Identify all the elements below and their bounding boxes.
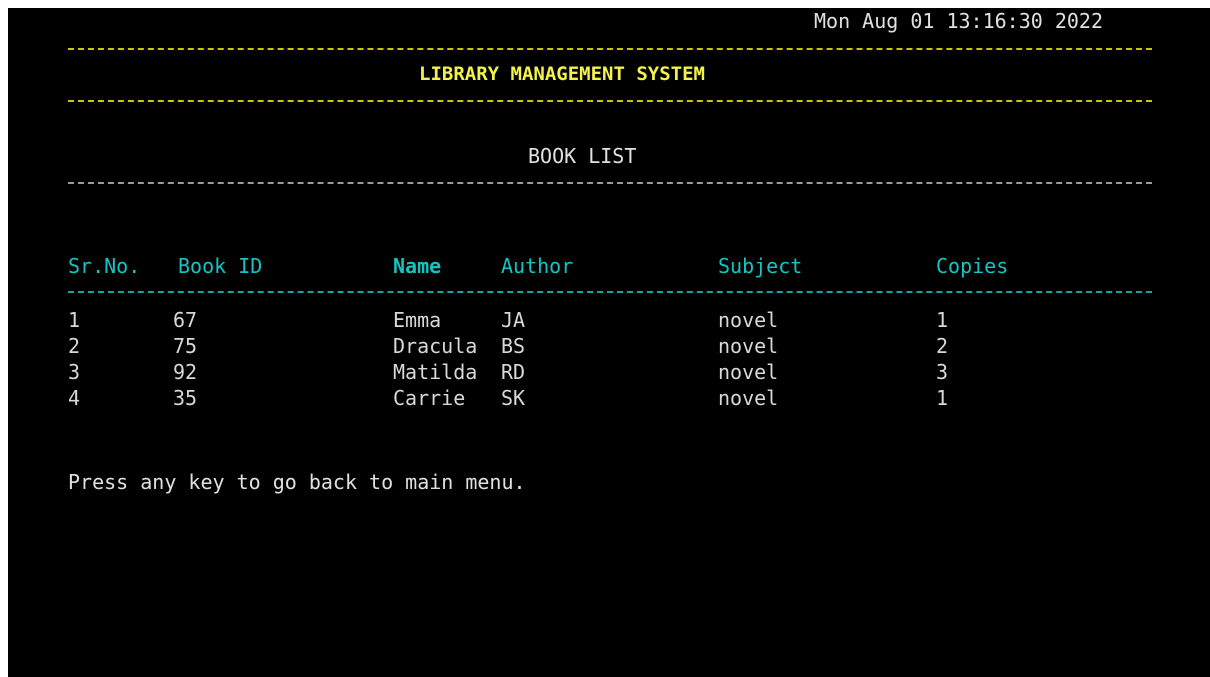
cell-book-id: 67 [173, 308, 198, 332]
cell-book-id: 92 [173, 360, 198, 384]
cell-subject: novel [718, 386, 779, 410]
cell-subject: novel [718, 360, 779, 384]
header-name: Name [393, 254, 442, 278]
header-subject: Subject [718, 254, 803, 278]
console-screen[interactable]: Mon Aug 01 13:16:30 2022 LIBRARY MANAGEM… [8, 8, 1210, 677]
cell-copies: 2 [936, 334, 949, 358]
back-prompt: Press any key to go back to main menu. [68, 470, 526, 494]
header-author: Author [501, 254, 574, 278]
cell-srno: 4 [68, 386, 81, 410]
header-srno: Sr.No. [68, 254, 141, 278]
cell-author: SK [501, 386, 526, 410]
cell-srno: 1 [68, 308, 81, 332]
cell-name: Carrie [393, 386, 466, 410]
cell-name: Emma [393, 308, 442, 332]
page-title: LIBRARY MANAGEMENT SYSTEM [419, 63, 705, 85]
cell-book-id: 35 [173, 386, 198, 410]
cell-subject: novel [718, 334, 779, 358]
cell-author: BS [501, 334, 526, 358]
divider-top [68, 48, 1152, 50]
cell-author: RD [501, 360, 526, 384]
datetime-label: Mon Aug 01 13:16:30 2022 [814, 9, 1103, 33]
section-title: BOOK LIST [528, 144, 637, 168]
cell-copies: 3 [936, 360, 949, 384]
cell-copies: 1 [936, 308, 949, 332]
cell-srno: 3 [68, 360, 81, 384]
cell-name: Dracula [393, 334, 478, 358]
cell-name: Matilda [393, 360, 478, 384]
cell-copies: 1 [936, 386, 949, 410]
header-copies: Copies [936, 254, 1009, 278]
cell-subject: novel [718, 308, 779, 332]
cell-book-id: 75 [173, 334, 198, 358]
divider-subtitle [68, 182, 1152, 184]
header-book-id: Book ID [178, 254, 263, 278]
divider-title [68, 100, 1152, 102]
cell-author: JA [501, 308, 526, 332]
divider-header [68, 291, 1152, 293]
cell-srno: 2 [68, 334, 81, 358]
